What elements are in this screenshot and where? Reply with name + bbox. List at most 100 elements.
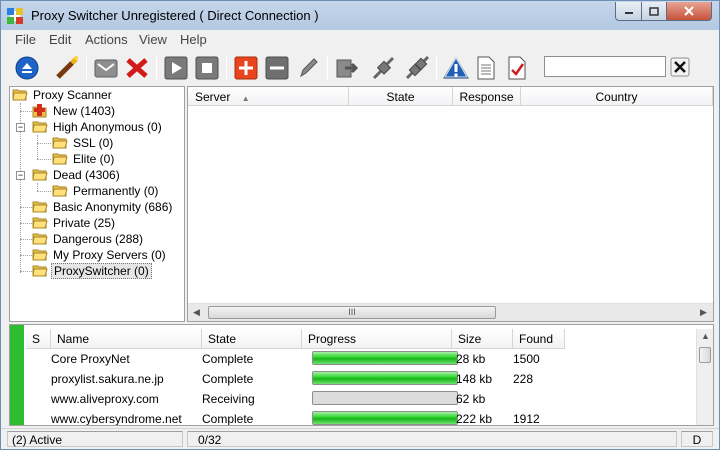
tree-item-private[interactable]: Private (25) — [32, 215, 117, 231]
horizontal-scrollbar[interactable]: ◀ III ▶ — [188, 303, 713, 321]
tree-item-my-proxy-servers[interactable]: My Proxy Servers (0) — [32, 247, 168, 263]
folder-open-icon — [52, 153, 68, 165]
mode-indicator: D — [681, 431, 713, 447]
scanner-list[interactable]: S Name State Progress Size Found Core Pr… — [9, 324, 714, 426]
menu-bar: File Edit Actions View Help — [1, 30, 719, 50]
column-found[interactable]: Found — [513, 329, 565, 349]
folder-open-icon — [32, 201, 48, 213]
tree-item-dead[interactable]: Dead (4306) — [32, 167, 122, 183]
delete-button[interactable] — [123, 54, 151, 82]
maximize-button[interactable] — [641, 2, 667, 21]
folder-open-icon — [32, 233, 48, 245]
scroll-right-icon[interactable]: ▶ — [700, 307, 707, 318]
tree-item-new[interactable]: New (1403) — [32, 103, 117, 119]
wizard-button[interactable] — [53, 54, 81, 82]
table-row[interactable]: www.aliveproxy.com Receiving 62 kb — [26, 389, 696, 409]
disconnect-button[interactable] — [403, 54, 431, 82]
menu-help[interactable]: Help — [180, 32, 207, 47]
disconnect-icon — [405, 55, 430, 80]
play-button[interactable] — [162, 54, 190, 82]
expander-dead[interactable]: − — [16, 171, 25, 180]
minimize-button[interactable] — [615, 2, 642, 21]
document-button[interactable] — [472, 54, 500, 82]
column-s[interactable]: S — [26, 329, 51, 349]
window-title: Proxy Switcher Unregistered ( Direct Con… — [31, 8, 319, 23]
scanner-status-bar — [10, 325, 24, 425]
menu-edit[interactable]: Edit — [49, 32, 71, 47]
column-scan-state[interactable]: State — [202, 329, 302, 349]
stop-button[interactable] — [193, 54, 221, 82]
eject-button[interactable] — [13, 54, 41, 82]
document-icon — [477, 56, 495, 80]
add-icon — [234, 56, 258, 80]
toolbar — [1, 50, 719, 86]
tree-item-permanently[interactable]: Permanently (0) — [52, 183, 160, 199]
edit-button[interactable] — [294, 54, 322, 82]
add-button[interactable] — [232, 54, 260, 82]
progress-bar — [312, 391, 458, 405]
title-bar[interactable]: Proxy Switcher Unregistered ( Direct Con… — [1, 1, 719, 30]
warning-button[interactable] — [442, 54, 470, 82]
column-response[interactable]: Response — [453, 87, 521, 106]
column-progress[interactable]: Progress — [302, 329, 452, 349]
status-bar: (2) Active 0/32 D — [1, 428, 719, 449]
column-country[interactable]: Country — [521, 87, 713, 106]
server-list[interactable]: Server ▲ State Response Country ◀ III ▶ — [187, 86, 714, 322]
tree-item-dangerous[interactable]: Dangerous (288) — [32, 231, 145, 247]
tree-item-elite[interactable]: Elite (0) — [52, 151, 116, 167]
table-row[interactable]: www.cybersyndrome.net Complete 222 kb 19… — [26, 409, 696, 425]
menu-file[interactable]: File — [15, 32, 36, 47]
scroll-thumb[interactable] — [699, 347, 711, 363]
edit-icon — [300, 58, 318, 78]
proxy-tree[interactable]: − − Proxy Scanner New (1403) High Anonym… — [9, 86, 185, 322]
connect-icon — [372, 56, 395, 80]
remove-icon — [265, 56, 289, 80]
app-logo-icon — [7, 8, 23, 24]
remove-button[interactable] — [263, 54, 291, 82]
stop-icon — [195, 56, 219, 80]
scroll-up-icon[interactable]: ▲ — [701, 331, 710, 341]
tree-item-basic-anonymity[interactable]: Basic Anonymity (686) — [32, 199, 174, 215]
folder-open-icon — [12, 89, 28, 101]
active-count: (2) Active — [7, 431, 183, 447]
new-folder-icon — [32, 104, 47, 118]
mail-icon — [94, 59, 118, 78]
table-row[interactable]: Core ProxyNet Complete 28 kb 1500 — [26, 349, 696, 369]
wand-icon — [56, 56, 78, 79]
progress-count: 0/32 — [187, 431, 677, 447]
maximize-icon — [649, 6, 659, 16]
mail-button[interactable] — [92, 54, 120, 82]
vertical-scrollbar[interactable]: ▲ — [696, 329, 713, 425]
scroll-left-icon[interactable]: ◀ — [193, 307, 200, 318]
folder-open-icon — [32, 121, 48, 133]
export-button[interactable] — [333, 54, 361, 82]
table-row[interactable]: proxylist.sakura.ne.jp Complete 148 kb 2… — [26, 369, 696, 389]
menu-actions[interactable]: Actions — [85, 32, 128, 47]
delete-icon — [126, 58, 148, 78]
export-icon — [336, 59, 359, 78]
menu-view[interactable]: View — [139, 32, 167, 47]
column-server[interactable]: Server ▲ — [188, 87, 349, 106]
column-name[interactable]: Name — [51, 329, 202, 349]
column-state[interactable]: State — [349, 87, 453, 106]
expander-high-anonymous[interactable]: − — [16, 123, 25, 132]
clear-icon — [670, 57, 690, 76]
checklist-icon — [508, 56, 526, 80]
progress-bar — [312, 371, 458, 385]
tree-item-ssl[interactable]: SSL (0) — [52, 135, 115, 151]
clear-search-button[interactable] — [668, 55, 692, 78]
column-size[interactable]: Size — [452, 329, 513, 349]
close-button[interactable] — [666, 2, 712, 21]
tree-item-proxy-scanner[interactable]: Proxy Scanner — [12, 87, 114, 103]
sort-ascending-icon: ▲ — [241, 94, 250, 103]
tree-item-proxyswitcher[interactable]: ProxySwitcher (0) — [32, 263, 152, 279]
tree-item-high-anonymous[interactable]: High Anonymous (0) — [32, 119, 164, 135]
connect-button[interactable] — [370, 54, 398, 82]
app-window: Proxy Switcher Unregistered ( Direct Con… — [0, 0, 720, 450]
minimize-icon — [624, 12, 633, 14]
folder-open-icon — [32, 169, 48, 181]
scroll-thumb[interactable]: III — [208, 306, 496, 319]
checklist-button[interactable] — [503, 54, 531, 82]
progress-bar — [312, 351, 458, 365]
search-input[interactable] — [544, 56, 666, 77]
